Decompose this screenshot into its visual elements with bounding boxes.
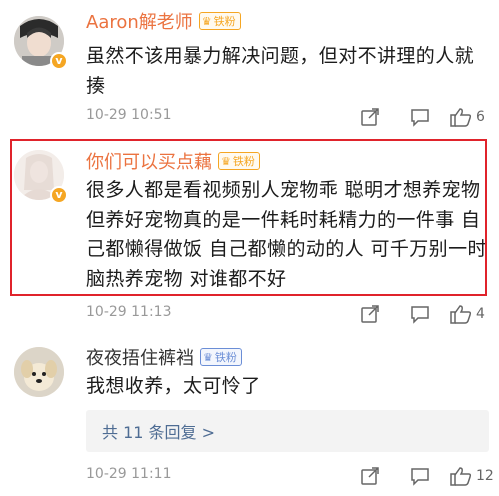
like-icon	[450, 467, 472, 486]
share-icon	[361, 108, 379, 126]
like-icon	[450, 108, 472, 127]
comment-text: 很多人都是看视频别人宠物乖 聪明才想养宠物 但养好宠物真的是一件耗时耗精力的一件…	[86, 179, 487, 290]
comment-icon	[411, 306, 429, 324]
like-count: 6	[476, 109, 485, 125]
fan-medal-label: 铁粉	[232, 155, 255, 168]
comment-button[interactable]	[410, 464, 430, 488]
crown-icon: ♛	[201, 14, 212, 28]
like-count: 12	[476, 468, 494, 484]
replies-label: 共 11 条回复 >	[102, 423, 216, 442]
username[interactable]: Aaron解老师	[86, 8, 193, 34]
share-icon	[361, 305, 379, 323]
comment-icon	[411, 468, 429, 486]
comment-button[interactable]	[410, 302, 430, 326]
like-button[interactable]: 12	[450, 464, 494, 488]
crown-icon: ♛	[203, 350, 213, 364]
fan-medal: ♛ 铁粉	[198, 12, 241, 30]
crown-icon: ♛	[221, 154, 231, 168]
fan-medal-label: 铁粉	[214, 351, 237, 364]
share-button[interactable]	[360, 302, 380, 326]
comment-2: v 你们可以买点藕 ♛ 铁粉 很多人都是看视频别人宠物乖 聪明才想养宠物 但养好…	[0, 139, 499, 329]
timestamp: 10-29 10:51	[86, 107, 172, 123]
share-button[interactable]	[360, 105, 380, 129]
comment-icon	[411, 109, 429, 127]
comment-text: 虽然不该用暴力解决问题，但对不讲理的人就揍	[86, 45, 475, 97]
like-count: 4	[476, 306, 485, 322]
comment-button[interactable]	[410, 105, 430, 129]
timestamp: 10-29 11:13	[86, 304, 172, 320]
comment-text: 我想收养，太可怜了	[86, 375, 261, 397]
fan-medal: ♛ 铁粉	[218, 152, 260, 170]
username[interactable]: 夜夜捂住裤裆	[86, 344, 194, 370]
verified-badge: v	[50, 186, 68, 204]
like-button[interactable]: 6	[450, 105, 485, 129]
view-replies-button[interactable]: 共 11 条回复 >	[86, 410, 489, 452]
comment-1: v Aaron解老师 ♛ 铁粉 虽然不该用暴力解决问题，但对不讲理的人就揍 10…	[0, 0, 499, 135]
share-button[interactable]	[360, 464, 380, 488]
fan-medal: ♛ 铁粉	[200, 348, 242, 366]
like-icon	[450, 305, 472, 324]
avatar[interactable]	[14, 347, 64, 397]
like-button[interactable]: 4	[450, 302, 485, 326]
fan-medal-label: 铁粉	[213, 15, 236, 28]
share-icon	[361, 467, 379, 485]
verified-badge: v	[50, 52, 68, 70]
timestamp: 10-29 11:11	[86, 466, 172, 482]
username[interactable]: 你们可以买点藕	[86, 148, 212, 174]
